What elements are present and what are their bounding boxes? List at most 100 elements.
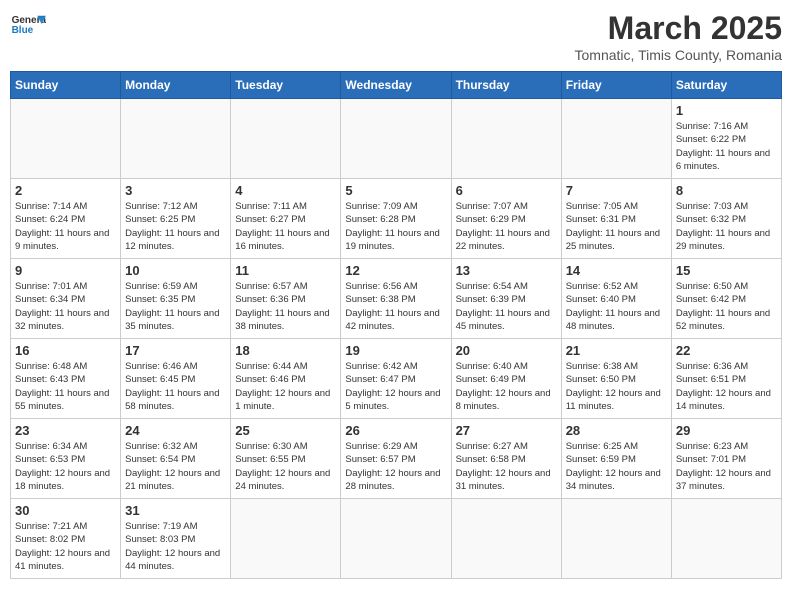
day-info: Sunrise: 7:16 AM Sunset: 6:22 PM Dayligh… xyxy=(676,120,777,173)
day-number: 8 xyxy=(676,183,777,198)
calendar-cell: 19 Sunrise: 6:42 AM Sunset: 6:47 PM Dayli… xyxy=(341,339,451,419)
day-info: Sunrise: 7:01 AM Sunset: 6:34 PM Dayligh… xyxy=(15,280,116,333)
calendar-cell: 21 Sunrise: 6:38 AM Sunset: 6:50 PM Dayli… xyxy=(561,339,671,419)
day-header-wednesday: Wednesday xyxy=(341,72,451,99)
calendar-cell: 6Sunrise: 7:07 AM Sunset: 6:29 PM Daylig… xyxy=(451,179,561,259)
calendar-cell: 13 Sunrise: 6:54 AM Sunset: 6:39 PM Dayli… xyxy=(451,259,561,339)
day-info: Sunrise: 7:19 AM Sunset: 8:03 PM Dayligh… xyxy=(125,520,226,573)
calendar-cell: 9Sunrise: 7:01 AM Sunset: 6:34 PM Daylig… xyxy=(11,259,121,339)
day-header-saturday: Saturday xyxy=(671,72,781,99)
calendar-cell: 23Sunrise: 6:34 AM Sunset: 6:53 PM Dayli… xyxy=(11,419,121,499)
calendar-cell: 18 Sunrise: 6:44 AM Sunset: 6:46 PM Dayli… xyxy=(231,339,341,419)
calendar-cell xyxy=(231,99,341,179)
calendar-cell: 27 Sunrise: 6:27 AM Sunset: 6:58 PM Dayli… xyxy=(451,419,561,499)
calendar-cell xyxy=(451,99,561,179)
day-number: 21 xyxy=(566,343,667,358)
day-number: 26 xyxy=(345,423,446,438)
day-info: Sunrise: 7:05 AM Sunset: 6:31 PM Dayligh… xyxy=(566,200,667,253)
day-number: 20 xyxy=(456,343,557,358)
day-info: Sunrise: 6:32 AM Sunset: 6:54 PM Dayligh… xyxy=(125,440,226,493)
day-number: 12 xyxy=(345,263,446,278)
calendar-cell: 2 Sunrise: 7:14 AM Sunset: 6:24 PM Daylig… xyxy=(11,179,121,259)
day-number: 17 xyxy=(125,343,226,358)
day-number: 30 xyxy=(15,503,116,518)
calendar-cell: 16Sunrise: 6:48 AM Sunset: 6:43 PM Dayli… xyxy=(11,339,121,419)
day-info: Sunrise: 6:46 AM Sunset: 6:45 PM Dayligh… xyxy=(125,360,226,413)
calendar-cell: 15 Sunrise: 6:50 AM Sunset: 6:42 PM Dayli… xyxy=(671,259,781,339)
day-info: Sunrise: 6:36 AM Sunset: 6:51 PM Dayligh… xyxy=(676,360,777,413)
calendar-cell xyxy=(341,499,451,579)
day-info: Sunrise: 6:42 AM Sunset: 6:47 PM Dayligh… xyxy=(345,360,446,413)
day-number: 29 xyxy=(676,423,777,438)
calendar-cell: 22 Sunrise: 6:36 AM Sunset: 6:51 PM Dayli… xyxy=(671,339,781,419)
calendar-week-1: 1 Sunrise: 7:16 AM Sunset: 6:22 PM Daylig… xyxy=(11,99,782,179)
calendar-cell: 3Sunrise: 7:12 AM Sunset: 6:25 PM Daylig… xyxy=(121,179,231,259)
day-info: Sunrise: 6:56 AM Sunset: 6:38 PM Dayligh… xyxy=(345,280,446,333)
day-number: 10 xyxy=(125,263,226,278)
calendar-cell xyxy=(561,99,671,179)
calendar-week-3: 9Sunrise: 7:01 AM Sunset: 6:34 PM Daylig… xyxy=(11,259,782,339)
calendar-cell: 11Sunrise: 6:57 AM Sunset: 6:36 PM Dayli… xyxy=(231,259,341,339)
calendar-cell xyxy=(561,499,671,579)
calendar-cell xyxy=(671,499,781,579)
calendar-cell: 26 Sunrise: 6:29 AM Sunset: 6:57 PM Dayli… xyxy=(341,419,451,499)
day-info: Sunrise: 6:59 AM Sunset: 6:35 PM Dayligh… xyxy=(125,280,226,333)
day-number: 28 xyxy=(566,423,667,438)
day-header-sunday: Sunday xyxy=(11,72,121,99)
day-info: Sunrise: 7:03 AM Sunset: 6:32 PM Dayligh… xyxy=(676,200,777,253)
day-header-tuesday: Tuesday xyxy=(231,72,341,99)
day-header-friday: Friday xyxy=(561,72,671,99)
day-number: 19 xyxy=(345,343,446,358)
day-info: Sunrise: 7:21 AM Sunset: 8:02 PM Dayligh… xyxy=(15,520,116,573)
day-number: 2 xyxy=(15,183,116,198)
day-number: 27 xyxy=(456,423,557,438)
day-info: Sunrise: 6:27 AM Sunset: 6:58 PM Dayligh… xyxy=(456,440,557,493)
day-number: 1 xyxy=(676,103,777,118)
day-info: Sunrise: 6:52 AM Sunset: 6:40 PM Dayligh… xyxy=(566,280,667,333)
calendar-cell: 24Sunrise: 6:32 AM Sunset: 6:54 PM Dayli… xyxy=(121,419,231,499)
day-info: Sunrise: 6:44 AM Sunset: 6:46 PM Dayligh… xyxy=(235,360,336,413)
day-number: 18 xyxy=(235,343,336,358)
calendar-cell: 31 Sunrise: 7:19 AM Sunset: 8:03 PM Dayli… xyxy=(121,499,231,579)
calendar-cell: 28 Sunrise: 6:25 AM Sunset: 6:59 PM Dayli… xyxy=(561,419,671,499)
day-header-thursday: Thursday xyxy=(451,72,561,99)
day-number: 31 xyxy=(125,503,226,518)
calendar-cell xyxy=(451,499,561,579)
calendar-cell: 5Sunrise: 7:09 AM Sunset: 6:28 PM Daylig… xyxy=(341,179,451,259)
calendar-cell xyxy=(11,99,121,179)
calendar-cell xyxy=(121,99,231,179)
calendar-cell xyxy=(231,499,341,579)
day-info: Sunrise: 6:54 AM Sunset: 6:39 PM Dayligh… xyxy=(456,280,557,333)
day-info: Sunrise: 6:57 AM Sunset: 6:36 PM Dayligh… xyxy=(235,280,336,333)
day-number: 15 xyxy=(676,263,777,278)
day-info: Sunrise: 7:14 AM Sunset: 6:24 PM Dayligh… xyxy=(15,200,116,253)
day-info: Sunrise: 6:50 AM Sunset: 6:42 PM Dayligh… xyxy=(676,280,777,333)
calendar-cell: 14Sunrise: 6:52 AM Sunset: 6:40 PM Dayli… xyxy=(561,259,671,339)
day-info: Sunrise: 6:25 AM Sunset: 6:59 PM Dayligh… xyxy=(566,440,667,493)
calendar-cell: 4 Sunrise: 7:11 AM Sunset: 6:27 PM Daylig… xyxy=(231,179,341,259)
calendar-cell: 25Sunrise: 6:30 AM Sunset: 6:55 PM Dayli… xyxy=(231,419,341,499)
calendar-cell: 12 Sunrise: 6:56 AM Sunset: 6:38 PM Dayli… xyxy=(341,259,451,339)
day-info: Sunrise: 6:29 AM Sunset: 6:57 PM Dayligh… xyxy=(345,440,446,493)
day-number: 6 xyxy=(456,183,557,198)
calendar-week-5: 23Sunrise: 6:34 AM Sunset: 6:53 PM Dayli… xyxy=(11,419,782,499)
calendar: SundayMondayTuesdayWednesdayThursdayFrid… xyxy=(10,71,782,579)
day-number: 5 xyxy=(345,183,446,198)
calendar-cell: 20 Sunrise: 6:40 AM Sunset: 6:49 PM Dayli… xyxy=(451,339,561,419)
day-info: Sunrise: 6:30 AM Sunset: 6:55 PM Dayligh… xyxy=(235,440,336,493)
day-info: Sunrise: 6:40 AM Sunset: 6:49 PM Dayligh… xyxy=(456,360,557,413)
calendar-cell: 30 Sunrise: 7:21 AM Sunset: 8:02 PM Dayli… xyxy=(11,499,121,579)
day-number: 22 xyxy=(676,343,777,358)
day-number: 13 xyxy=(456,263,557,278)
day-header-monday: Monday xyxy=(121,72,231,99)
day-info: Sunrise: 6:48 AM Sunset: 6:43 PM Dayligh… xyxy=(15,360,116,413)
day-info: Sunrise: 7:12 AM Sunset: 6:25 PM Dayligh… xyxy=(125,200,226,253)
calendar-cell: 1 Sunrise: 7:16 AM Sunset: 6:22 PM Daylig… xyxy=(671,99,781,179)
day-info: Sunrise: 7:11 AM Sunset: 6:27 PM Dayligh… xyxy=(235,200,336,253)
day-info: Sunrise: 6:23 AM Sunset: 7:01 PM Dayligh… xyxy=(676,440,777,493)
day-info: Sunrise: 6:38 AM Sunset: 6:50 PM Dayligh… xyxy=(566,360,667,413)
calendar-week-6: 30 Sunrise: 7:21 AM Sunset: 8:02 PM Dayli… xyxy=(11,499,782,579)
title-area: March 2025 Tomnatic, Timis County, Roman… xyxy=(575,10,782,63)
calendar-week-2: 2 Sunrise: 7:14 AM Sunset: 6:24 PM Daylig… xyxy=(11,179,782,259)
day-number: 4 xyxy=(235,183,336,198)
